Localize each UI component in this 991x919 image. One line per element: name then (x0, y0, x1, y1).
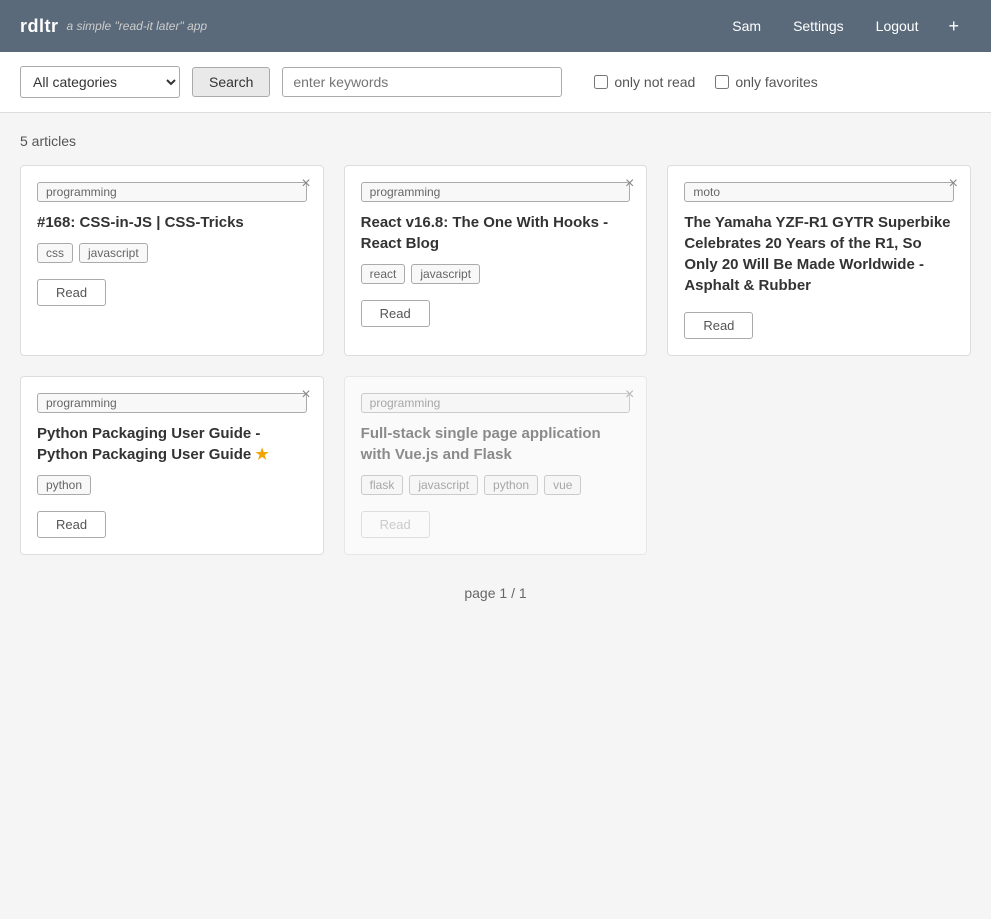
card-title: The Yamaha YZF-R1 GYTR Superbike Celebra… (684, 212, 954, 296)
article-card: ×programming Full-stack single page appli… (344, 376, 648, 555)
tag: python (484, 475, 538, 495)
card-category: moto (684, 182, 954, 202)
add-article-button[interactable]: + (936, 10, 971, 43)
article-card: ×programming Python Packaging User Guide … (20, 376, 324, 555)
filter-favorites-label[interactable]: only favorites (715, 74, 817, 90)
card-tags: reactjavascript (361, 264, 631, 284)
card-title: React v16.8: The One With Hooks - React … (361, 212, 631, 254)
filter-favorites-text: only favorites (735, 74, 817, 90)
card-title: Full-stack single page application with … (361, 423, 631, 465)
main-content: 5 articles ×programming#168: CSS-in-JS |… (0, 113, 991, 621)
article-card: ×moto The Yamaha YZF-R1 GYTR Superbike Ce… (667, 165, 971, 356)
filter-group: only not read only favorites (594, 74, 817, 90)
card-category: programming (361, 393, 631, 413)
search-button[interactable]: Search (192, 67, 270, 97)
category-select[interactable]: All categories (20, 66, 180, 98)
filter-not-read-text: only not read (614, 74, 695, 90)
brand-tagline: a simple "read-it later" app (67, 19, 208, 33)
tag: javascript (411, 264, 480, 284)
filter-not-read-label[interactable]: only not read (594, 74, 695, 90)
card-category: programming (37, 393, 307, 413)
read-button[interactable]: Read (361, 300, 430, 327)
settings-button[interactable]: Settings (779, 12, 858, 40)
tag: vue (544, 475, 581, 495)
articles-grid: ×programming#168: CSS-in-JS | CSS-Tricks… (20, 165, 971, 555)
brand-logo: rdltr (20, 16, 59, 37)
tag: javascript (79, 243, 148, 263)
article-card: ×programming #168: CSS-in-JS | CSS-Tricks… (20, 165, 324, 356)
card-title: Python Packaging User Guide - Python Pac… (37, 423, 307, 465)
read-button[interactable]: Read (37, 511, 106, 538)
search-input[interactable] (282, 67, 562, 97)
tag: flask (361, 475, 404, 495)
tag: javascript (409, 475, 478, 495)
card-tags: python (37, 475, 307, 495)
read-button[interactable]: Read (37, 279, 106, 306)
logout-button[interactable]: Logout (862, 12, 933, 40)
navbar-right: Sam Settings Logout + (718, 10, 971, 43)
read-button: Read (361, 511, 430, 538)
card-close-button[interactable]: × (625, 176, 634, 192)
pagination: page 1 / 1 (20, 585, 971, 601)
card-category: programming (37, 182, 307, 202)
card-close-button[interactable]: × (949, 176, 958, 192)
card-close-button[interactable]: × (301, 176, 310, 192)
tag: python (37, 475, 91, 495)
favorite-star-icon: ★ (255, 446, 268, 463)
tag: react (361, 264, 406, 284)
articles-count: 5 articles (20, 133, 971, 149)
user-button[interactable]: Sam (718, 12, 775, 40)
search-bar: All categories Search only not read only… (0, 52, 991, 113)
navbar: rdltr a simple "read-it later" app Sam S… (0, 0, 991, 52)
card-title: #168: CSS-in-JS | CSS-Tricks (37, 212, 307, 233)
pagination-label: page 1 / 1 (464, 585, 526, 601)
tag: css (37, 243, 73, 263)
card-category: programming (361, 182, 631, 202)
filter-not-read-checkbox[interactable] (594, 75, 608, 89)
filter-favorites-checkbox[interactable] (715, 75, 729, 89)
card-close-button[interactable]: × (625, 387, 634, 403)
card-close-button[interactable]: × (301, 387, 310, 403)
card-tags: flaskjavascript python vue (361, 475, 631, 495)
read-button[interactable]: Read (684, 312, 753, 339)
card-tags: css javascript (37, 243, 307, 263)
article-card: ×programming React v16.8: The One With Ho… (344, 165, 648, 356)
